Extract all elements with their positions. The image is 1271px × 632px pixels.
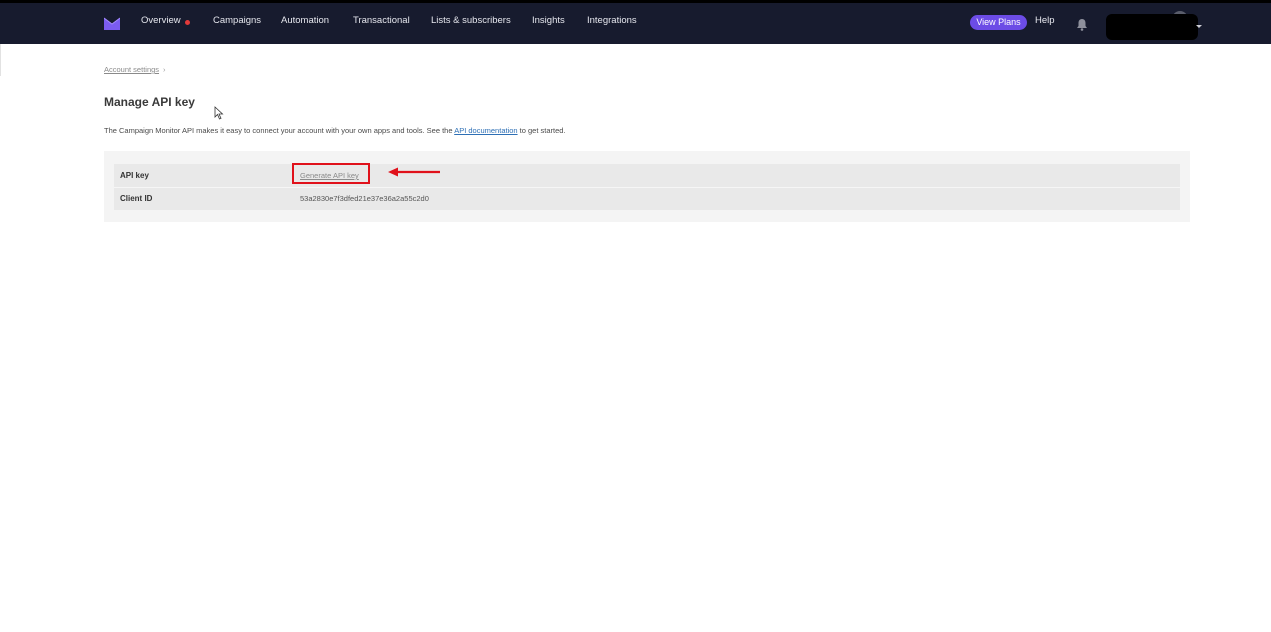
view-plans-button[interactable]: View Plans <box>970 15 1027 30</box>
breadcrumb-account-settings[interactable]: Account settings <box>104 65 159 74</box>
red-arrow-annotation <box>388 167 440 177</box>
breadcrumb-separator: › <box>163 65 166 74</box>
breadcrumb: Account settings › <box>104 65 166 74</box>
client-id-value: 53a2830e7f3dfed21e37e36a2a55c2d0 <box>300 194 429 203</box>
chevron-down-icon[interactable] <box>1196 25 1202 28</box>
table-row <box>114 164 1180 187</box>
nav-integrations[interactable]: Integrations <box>587 13 637 29</box>
divider <box>0 44 1 76</box>
page-title: Manage API key <box>104 95 195 109</box>
nav-automation[interactable]: Automation <box>281 13 329 29</box>
help-link[interactable]: Help <box>1035 13 1055 29</box>
highlight-annotation-box <box>292 163 370 184</box>
nav-transactional[interactable]: Transactional <box>353 13 410 29</box>
intro-text-start: The Campaign Monitor API makes it easy t… <box>104 126 455 135</box>
nav-overview[interactable]: Overview <box>141 13 181 29</box>
client-id-label: Client ID <box>120 194 153 203</box>
nav-campaigns[interactable]: Campaigns <box>213 13 261 29</box>
account-menu-redacted[interactable] <box>1106 14 1198 40</box>
intro-text: The Campaign Monitor API makes it easy t… <box>104 126 566 135</box>
nav-insights[interactable]: Insights <box>532 13 565 29</box>
intro-text-end: to get started. <box>517 126 566 135</box>
bell-icon[interactable] <box>1076 18 1088 31</box>
campaign-monitor-logo[interactable] <box>104 17 120 30</box>
api-key-label: API key <box>120 171 149 180</box>
api-documentation-link[interactable]: API documentation <box>454 126 517 135</box>
notification-dot <box>185 20 190 25</box>
nav-lists-subscribers[interactable]: Lists & subscribers <box>431 13 511 29</box>
table-row <box>114 187 1180 210</box>
mouse-pointer-icon <box>214 106 224 120</box>
